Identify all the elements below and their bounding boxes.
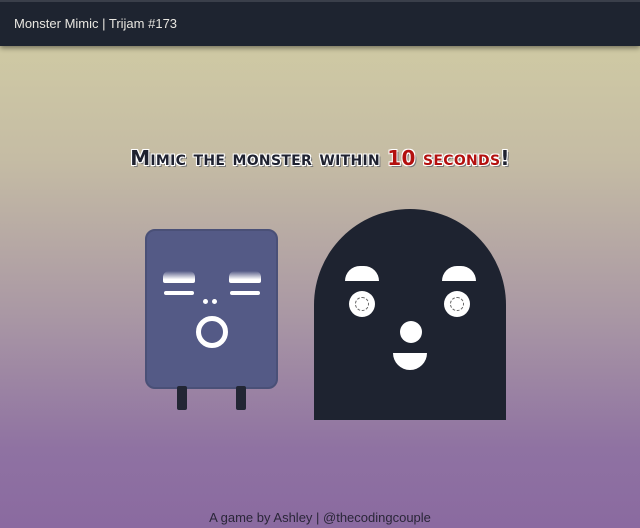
target-nose [400, 321, 422, 343]
instruction-headline: Mimic the monster within 10 seconds! [0, 146, 640, 170]
player-left-nostril [203, 299, 208, 304]
target-right-pupil [450, 297, 464, 311]
player-right-eye [230, 291, 260, 295]
target-left-eye [349, 291, 375, 317]
footer-credit: A game by Ashley | @thecodingcouple [209, 510, 431, 525]
game-title: Monster Mimic | Trijam #173 [14, 16, 178, 31]
player-right-nostril [212, 299, 217, 304]
target-monster-body [314, 209, 506, 420]
player-monster-right-leg [236, 386, 246, 410]
target-right-eye [444, 291, 470, 317]
headline-exclaim: ! [500, 146, 510, 170]
target-left-pupil [355, 297, 369, 311]
player-left-eye [164, 291, 194, 295]
player-monster-left-leg [177, 386, 187, 410]
countdown-text: 10 seconds [387, 146, 501, 170]
footer: A game by Ashley | @thecodingcouple [0, 492, 640, 528]
player-monster-body[interactable] [145, 229, 278, 389]
player-left-brow [163, 271, 195, 283]
player-mouth [196, 316, 228, 348]
player-right-brow [229, 271, 261, 283]
top-bar: Monster Mimic | Trijam #173 [0, 0, 640, 46]
headline-text: Mimic the monster within [130, 146, 388, 170]
